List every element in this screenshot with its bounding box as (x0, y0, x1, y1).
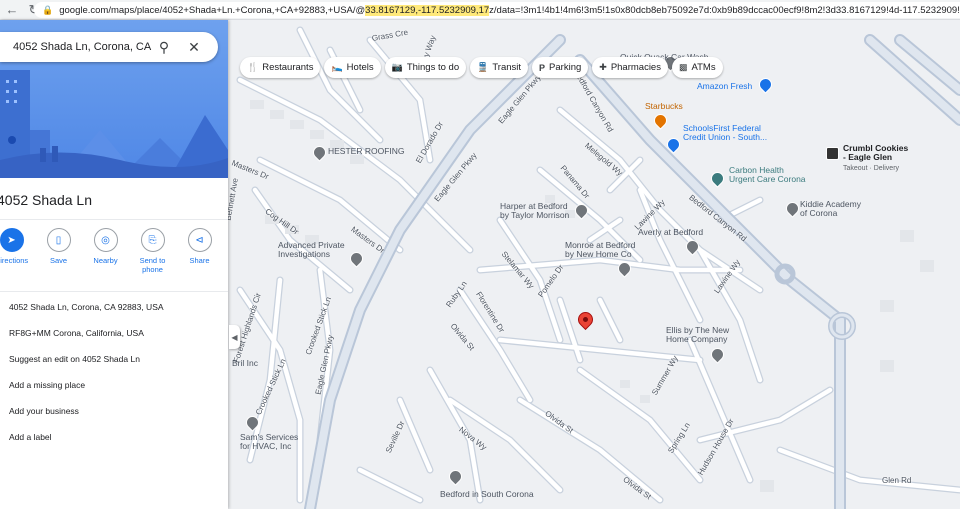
poi-advanced-private[interactable]: Advanced Private Investigations (278, 240, 345, 260)
poi-carbon-health[interactable]: Carbon Health Urgent Care Corona (729, 165, 806, 185)
poi-sams-services[interactable]: Sam's Services for HVAC, Inc (240, 432, 298, 452)
chip-things-to-do[interactable]: 📷 Things to do (384, 57, 467, 78)
place-title: 4052 Shada Ln (0, 192, 92, 208)
poi-monroe[interactable]: Monroe at Bedford by New Home Co (565, 240, 635, 260)
place-hero-image: ⚲ ✕ (0, 20, 228, 178)
chip-restaurants[interactable]: 🍴 Restaurants (240, 57, 321, 78)
place-info-list: 4052 Shada Ln, Corona, CA 92883, USA RF8… (9, 302, 164, 458)
train-icon: 🚆 (477, 62, 489, 72)
nearby-icon: ◎ (93, 228, 118, 252)
chip-transit[interactable]: 🚆 Transit (470, 57, 529, 78)
search-box: ⚲ ✕ (0, 32, 218, 62)
add-label-row[interactable]: Add a label (9, 432, 164, 458)
poi-ellis[interactable]: Ellis by The New Home Company (666, 325, 729, 345)
share-button[interactable]: ⊲ Share (176, 228, 223, 274)
chip-pharmacies[interactable]: ✚ Pharmacies (592, 57, 668, 78)
divider (0, 291, 228, 292)
chip-parking[interactable]: P Parking (532, 57, 589, 78)
url-coordinates-highlight: 33.8167129,-117.5232909,17 (365, 4, 490, 16)
fork-knife-icon: 🍴 (247, 62, 259, 72)
poi-bedford-south[interactable]: Bedford in South Corona (440, 489, 534, 499)
back-icon[interactable]: ← (2, 0, 22, 20)
poi-kiddie-academy[interactable]: Kiddie Academy of Corona (800, 199, 861, 219)
place-actions: ➤ Directions ▯ Save ◎ Nearby ⎘ Send to p… (0, 228, 223, 274)
street-label: Glen Rd (882, 476, 912, 485)
poi-averly[interactable]: Averly at Bedford (638, 227, 703, 237)
chip-hotels[interactable]: 🛌 Hotels (324, 57, 381, 78)
add-missing-place-row[interactable]: Add a missing place (9, 380, 164, 406)
crumbl-logo-icon[interactable] (826, 147, 839, 160)
address-bar[interactable]: 🔒 google.com/maps/place/4052+Shada+Ln.+C… (34, 2, 960, 18)
suggest-edit-row[interactable]: Suggest an edit on 4052 Shada Ln (9, 354, 164, 380)
poi-schoolsfirst[interactable]: SchoolsFirst Federal Credit Union - Sout… (683, 123, 767, 143)
add-business-row[interactable]: Add your business (9, 406, 164, 432)
search-input[interactable] (13, 41, 153, 53)
poi-hester-roofing[interactable]: HESTER ROOFING (328, 146, 405, 156)
poi-starbucks[interactable]: Starbucks (645, 101, 683, 111)
plus-code-row[interactable]: RF8G+MM Corona, California, USA (9, 328, 164, 354)
nearby-button[interactable]: ◎ Nearby (82, 228, 129, 274)
poi-crumbl[interactable]: Crumbl Cookies - Eagle Glen Takeout · Del… (843, 143, 908, 172)
camera-icon: 📷 (391, 62, 403, 72)
chevron-left-icon: ◀ (231, 332, 238, 342)
divider (0, 219, 228, 220)
poi-harper[interactable]: Harper at Bedford by Taylor Morrison (500, 201, 569, 221)
url-text-after: z/data=!3m1!4b1!4m6!3m5!1s0x80dcb8eb7509… (489, 4, 960, 16)
search-icon[interactable]: ⚲ (153, 36, 175, 58)
place-side-panel: ⚲ ✕ 4052 Shada Ln ➤ Directions ▯ Save ◎ … (0, 20, 228, 509)
poi-bril[interactable]: Bril Inc (232, 358, 258, 368)
bed-icon: 🛌 (331, 62, 343, 72)
save-button[interactable]: ▯ Save (35, 228, 82, 274)
directions-button[interactable]: ➤ Directions (0, 228, 35, 274)
parking-icon: P (539, 62, 546, 73)
pharmacy-icon: ✚ (599, 62, 607, 72)
collapse-panel-button[interactable]: ◀ (229, 325, 240, 349)
close-icon[interactable]: ✕ (183, 36, 205, 58)
send-to-phone-button[interactable]: ⎘ Send to phone (129, 228, 176, 274)
url-text-before: google.com/maps/place/4052+Shada+Ln.+Cor… (59, 4, 366, 16)
browser-bar: ← ↻ 🔒 google.com/maps/place/4052+Shada+L… (0, 0, 960, 20)
address-row[interactable]: 4052 Shada Ln, Corona, CA 92883, USA (9, 302, 164, 328)
atm-icon: ▩ (678, 62, 688, 72)
category-chips: 🍴 Restaurants 🛌 Hotels 📷 Things to do 🚆 Tran… (240, 57, 723, 78)
bookmark-icon: ▯ (46, 228, 71, 252)
send-to-phone-icon: ⎘ (140, 228, 165, 252)
lock-icon: 🔒 (42, 4, 54, 15)
directions-icon: ➤ (0, 228, 24, 252)
share-icon: ⊲ (187, 228, 212, 252)
chip-atms[interactable]: ▩ ATMs (671, 57, 723, 78)
poi-amazon-fresh[interactable]: Amazon Fresh (697, 81, 752, 91)
